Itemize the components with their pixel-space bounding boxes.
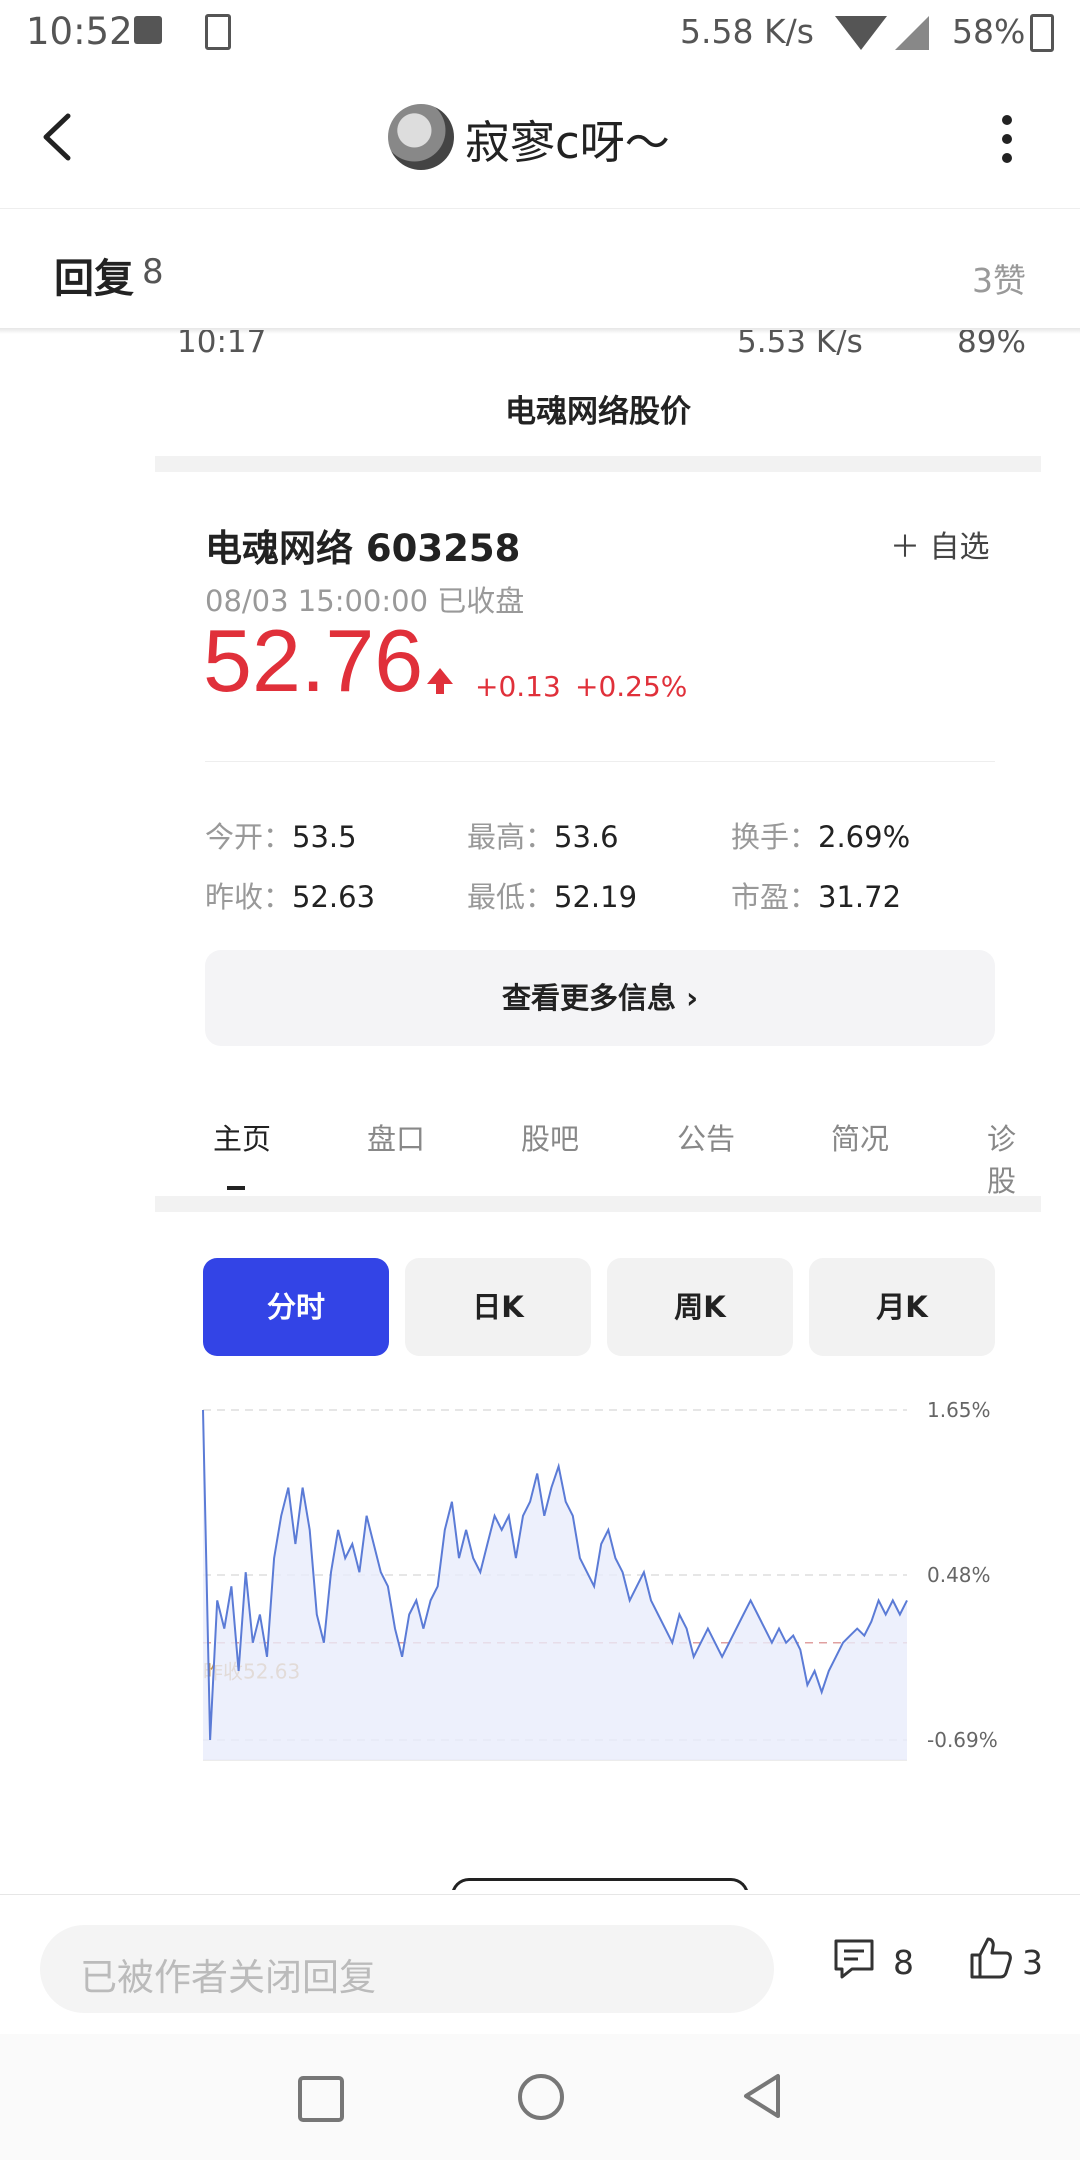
stat-label: 今开： bbox=[205, 820, 293, 854]
tab-announcements[interactable]: 公告 bbox=[677, 1116, 735, 1158]
series-area bbox=[203, 1410, 907, 1760]
chart-tab-weekly[interactable]: 周K bbox=[607, 1258, 793, 1356]
stat-label: 市盈： bbox=[731, 880, 819, 914]
divider bbox=[205, 761, 995, 762]
x-tick-label: 09:30 bbox=[203, 1787, 261, 1790]
author-name[interactable]: 寂寥c呀～ bbox=[465, 106, 670, 171]
section-divider bbox=[155, 456, 1041, 472]
section-divider bbox=[155, 1196, 1041, 1212]
stat-high: 最高：53.6 bbox=[467, 814, 619, 856]
arrow-up-icon bbox=[427, 668, 453, 694]
stat-value: 52.19 bbox=[554, 880, 638, 914]
x-tick-label: 15:00 bbox=[849, 1787, 907, 1790]
reply-input-disabled: 已被作者关闭回复 bbox=[40, 1925, 774, 2013]
comment-icon[interactable] bbox=[832, 1937, 876, 1981]
recents-icon[interactable] bbox=[298, 2076, 344, 2122]
stat-value: 52.63 bbox=[292, 880, 376, 914]
stat-label: 最高： bbox=[467, 820, 555, 854]
download-icon bbox=[205, 14, 231, 50]
chart-tab-monthly[interactable]: 月K bbox=[809, 1258, 995, 1356]
intraday-chart[interactable]: 1.65%0.48%-0.69%昨收52.6309:3011:30 / 13:0… bbox=[155, 1390, 1041, 1790]
system-nav-bar bbox=[0, 2034, 1080, 2160]
embedded-status-speed: 5.53 K/s bbox=[737, 330, 863, 360]
network-speed: 5.58 K/s bbox=[680, 12, 814, 51]
y-tick-label: 1.65% bbox=[927, 1398, 991, 1422]
tab-orderbook[interactable]: 盘口 bbox=[367, 1116, 425, 1158]
stat-turnover: 换手：2.69% bbox=[731, 814, 910, 856]
stat-pe: 市盈：31.72 bbox=[731, 874, 901, 916]
chart-tab-intraday[interactable]: 分时 bbox=[203, 1258, 389, 1356]
tab-overview[interactable]: 简况 bbox=[831, 1116, 889, 1158]
thumbs-up-icon[interactable] bbox=[968, 1935, 1014, 1981]
home-icon[interactable] bbox=[518, 2074, 564, 2120]
price-change-pct: +0.25% bbox=[575, 670, 688, 703]
gallery-icon bbox=[134, 16, 162, 44]
like-count[interactable]: 3 bbox=[1022, 1943, 1043, 1982]
cutoff-button bbox=[451, 1878, 749, 1890]
stat-low: 最低：52.19 bbox=[467, 874, 637, 916]
back-nav-icon[interactable] bbox=[740, 2072, 784, 2120]
reply-header: 回复 8 3赞 bbox=[0, 210, 1080, 330]
embedded-page-title: 电魂网络股价 bbox=[505, 394, 691, 430]
embedded-status-time: 10:17 bbox=[177, 330, 267, 360]
reply-closed-text: 已被作者关闭回复 bbox=[80, 1956, 376, 1999]
tab-home[interactable]: 主页 bbox=[213, 1116, 271, 1158]
bottom-action-bar: 已被作者关闭回复 8 3 bbox=[0, 1894, 1080, 2035]
reply-count: 8 bbox=[142, 252, 164, 292]
stat-label: 最低： bbox=[467, 880, 555, 914]
avatar[interactable] bbox=[388, 104, 454, 170]
stock-name: 电魂网络 603258 bbox=[205, 527, 521, 570]
stat-value: 31.72 bbox=[818, 880, 902, 914]
more-options-icon[interactable] bbox=[996, 114, 1018, 164]
signal-icon bbox=[895, 16, 929, 50]
price-change: +0.13 bbox=[475, 670, 561, 703]
embedded-status-battery: 89% bbox=[957, 330, 1026, 360]
status-time: 10:52 bbox=[26, 10, 133, 53]
stat-prev-close: 昨收：52.63 bbox=[205, 874, 375, 916]
reply-label: 回复 bbox=[54, 256, 134, 302]
tab-diagnosis[interactable]: 诊股 bbox=[987, 1116, 1041, 1200]
stat-value: 53.6 bbox=[554, 820, 619, 854]
stat-label: 换手： bbox=[731, 820, 819, 854]
y-tick-label: 0.48% bbox=[927, 1563, 991, 1587]
more-info-button[interactable]: 查看更多信息 › bbox=[205, 950, 995, 1046]
embedded-screenshot[interactable]: 10:17 5.53 K/s 89% 电魂网络股价 电魂网络 603258 ＋ … bbox=[155, 330, 1041, 1890]
back-icon[interactable] bbox=[38, 112, 78, 162]
stat-open: 今开：53.5 bbox=[205, 814, 357, 856]
status-bar: 10:52 5.58 K/s 58% bbox=[0, 0, 1080, 66]
add-watchlist-button[interactable]: ＋ 自选 bbox=[890, 522, 990, 566]
tab-forum[interactable]: 股吧 bbox=[521, 1116, 579, 1158]
stat-value: 2.69% bbox=[818, 820, 911, 854]
active-tab-indicator bbox=[227, 1186, 245, 1190]
chart-tab-daily[interactable]: 日K bbox=[405, 1258, 591, 1356]
stat-value: 53.5 bbox=[292, 820, 357, 854]
post-header: 寂寥c呀～ bbox=[0, 66, 1080, 209]
battery-icon bbox=[1030, 14, 1054, 52]
y-tick-label: -0.69% bbox=[927, 1728, 998, 1752]
likes-count[interactable]: 3赞 bbox=[972, 254, 1026, 302]
stat-label: 昨收： bbox=[205, 880, 293, 914]
battery-percent: 58% bbox=[952, 12, 1026, 51]
stock-price: 52.76 bbox=[203, 611, 424, 710]
x-tick-label: 11:30 / 13:00 bbox=[488, 1787, 623, 1790]
wifi-icon bbox=[835, 16, 887, 50]
comment-count[interactable]: 8 bbox=[893, 1943, 914, 1982]
